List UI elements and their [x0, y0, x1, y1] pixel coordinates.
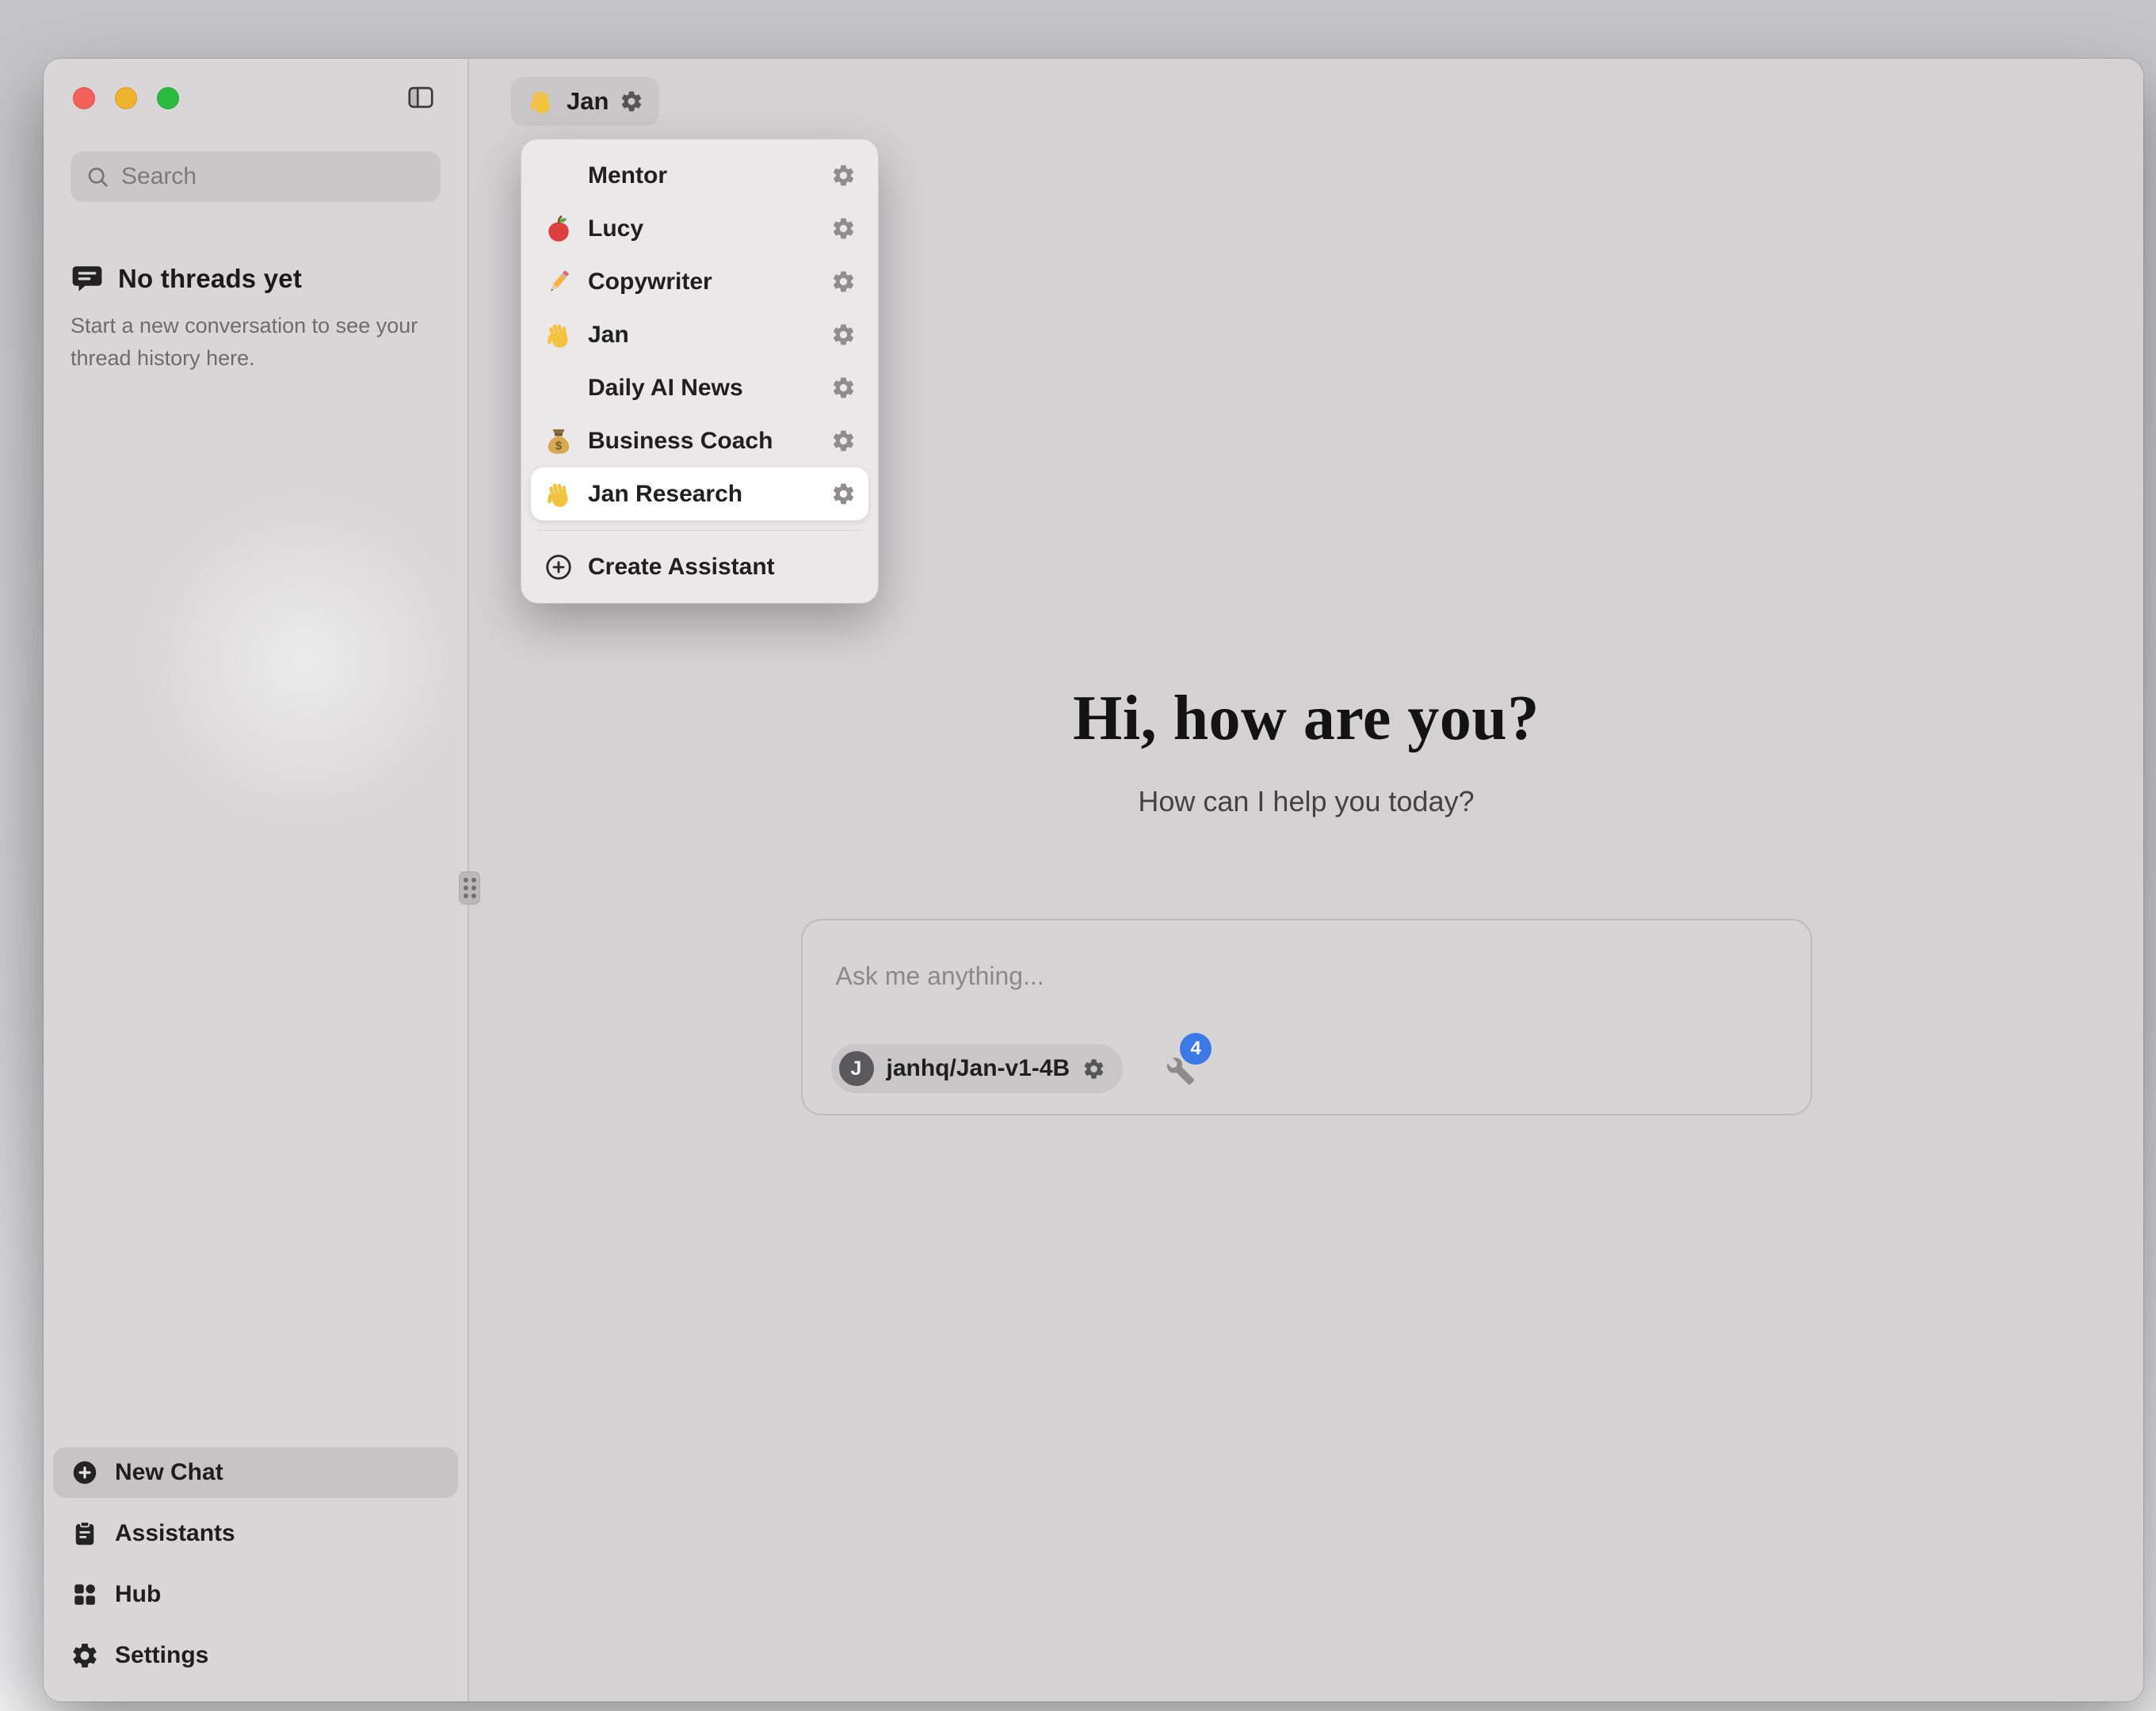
- menu-item-create-assistant[interactable]: Create Assistant: [531, 540, 868, 593]
- minimize-button[interactable]: [115, 87, 137, 109]
- menu-item-label: Daily AI News: [588, 375, 743, 402]
- nav-label: Hub: [115, 1581, 161, 1608]
- menu-item-daily-ai-news[interactable]: Daily AI News: [531, 361, 868, 414]
- orange-circle-icon: [544, 161, 574, 191]
- menu-item-label: Jan Research: [588, 481, 742, 508]
- menu-item-label: Mentor: [588, 162, 667, 189]
- chat-bubble-icon: [71, 262, 104, 295]
- sidebar-glow-decoration: [131, 486, 479, 835]
- gear-icon[interactable]: [1082, 1057, 1105, 1080]
- money-bag-icon: [544, 426, 574, 456]
- menu-item-mentor[interactable]: Mentor: [531, 149, 868, 202]
- menu-item-label: Lucy: [588, 215, 643, 242]
- search-input[interactable]: [121, 163, 426, 190]
- search-field[interactable]: [71, 151, 441, 202]
- sidebar-item-hub[interactable]: Hub: [53, 1569, 458, 1620]
- menu-item-label: Business Coach: [588, 428, 773, 455]
- model-badge: J: [839, 1051, 874, 1086]
- yellow-circle-icon: [544, 373, 574, 403]
- composer[interactable]: Ask me anything... J janhq/Jan-v1-4B 4: [801, 919, 1812, 1115]
- gear-icon[interactable]: [620, 90, 643, 113]
- zoom-button[interactable]: [157, 87, 179, 109]
- menu-item-jan[interactable]: Jan: [531, 308, 868, 361]
- nav-label: New Chat: [115, 1459, 223, 1486]
- grid-icon: [71, 1580, 99, 1609]
- menu-item-business-coach[interactable]: Business Coach: [531, 414, 868, 467]
- wave-hand-icon: [544, 320, 574, 350]
- gear-icon[interactable]: [831, 163, 856, 188]
- sidebar: No threads yet Start a new conversation …: [44, 59, 469, 1701]
- clipboard-icon: [71, 1519, 99, 1548]
- greeting: Hi, how are you? How can I help you toda…: [469, 683, 2143, 818]
- greeting-title: Hi, how are you?: [469, 683, 2143, 755]
- nav-label: Settings: [115, 1642, 208, 1669]
- nav-label: Assistants: [115, 1520, 235, 1547]
- panel-left-icon: [406, 82, 436, 112]
- menu-item-lucy[interactable]: Lucy: [531, 202, 868, 255]
- assistant-menu-popover: Mentor Lucy Copywriter Jan Daily AI News: [521, 139, 879, 604]
- sidebar-item-assistants[interactable]: Assistants: [53, 1508, 458, 1559]
- model-name: janhq/Jan-v1-4B: [887, 1055, 1070, 1082]
- search-icon: [85, 164, 110, 189]
- sidebar-toggle-button[interactable]: [406, 82, 436, 112]
- gear-icon[interactable]: [831, 216, 856, 241]
- sidebar-resize-handle[interactable]: [459, 871, 480, 905]
- menu-item-copywriter[interactable]: Copywriter: [531, 255, 868, 308]
- wave-hand-icon: [544, 479, 574, 509]
- greeting-subtitle: How can I help you today?: [469, 785, 2143, 818]
- menu-item-label: Jan: [588, 322, 629, 349]
- gear-icon[interactable]: [831, 269, 856, 294]
- plus-circle-icon: [71, 1458, 99, 1487]
- close-button[interactable]: [73, 87, 95, 109]
- assistant-name: Jan: [567, 87, 609, 116]
- empty-state: No threads yet Start a new conversation …: [71, 262, 441, 374]
- gear-icon[interactable]: [831, 429, 856, 453]
- wave-hand-icon: [527, 87, 555, 116]
- assistant-selector-button[interactable]: Jan: [511, 77, 659, 126]
- sidebar-nav: New Chat Assistants Hub Settings: [44, 1447, 467, 1701]
- gear-icon[interactable]: [831, 322, 856, 347]
- sidebar-item-new-chat[interactable]: New Chat: [53, 1447, 458, 1498]
- empty-state-description: Start a new conversation to see your thr…: [71, 310, 427, 374]
- gear-icon[interactable]: [831, 375, 856, 400]
- composer-placeholder: Ask me anything...: [836, 962, 1044, 991]
- pencil-icon: [544, 267, 574, 297]
- empty-state-title: No threads yet: [118, 264, 302, 294]
- gear-icon: [71, 1641, 99, 1670]
- traffic-lights: [73, 87, 179, 109]
- gear-icon[interactable]: [831, 482, 856, 506]
- apple-icon: [544, 214, 574, 244]
- menu-item-label: Copywriter: [588, 269, 712, 295]
- tools-button[interactable]: 4: [1159, 1050, 1196, 1087]
- main-area: Jan Mentor Lucy Copywriter Jan: [469, 59, 2143, 1701]
- app-window: No threads yet Start a new conversation …: [44, 59, 2143, 1701]
- menu-item-label: Create Assistant: [588, 554, 775, 581]
- model-selector-button[interactable]: J janhq/Jan-v1-4B: [831, 1044, 1124, 1093]
- menu-item-jan-research[interactable]: Jan Research: [531, 467, 868, 520]
- tools-count-badge: 4: [1180, 1033, 1212, 1065]
- menu-divider: [537, 530, 862, 531]
- sidebar-item-settings[interactable]: Settings: [53, 1630, 458, 1681]
- plus-circle-icon: [544, 552, 574, 582]
